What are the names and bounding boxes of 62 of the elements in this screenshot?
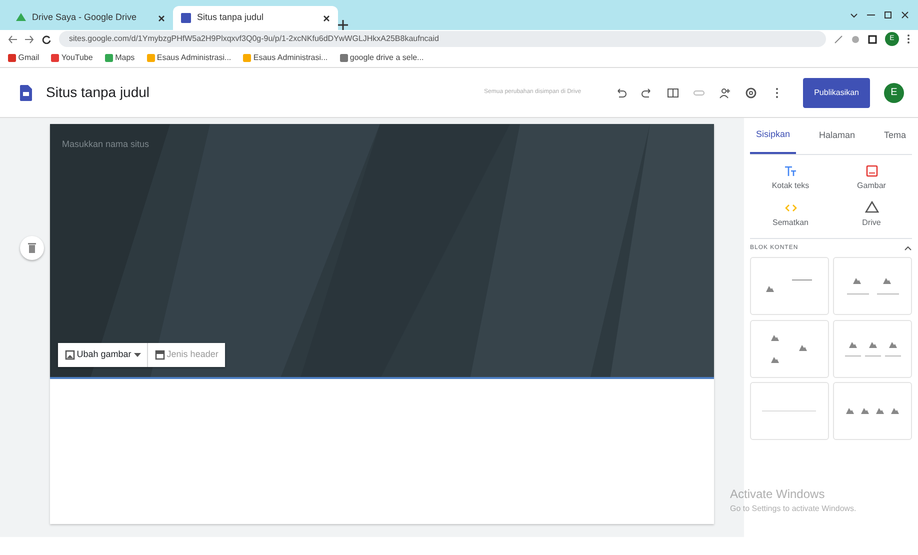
reload-icon[interactable] (42, 34, 51, 44)
bookmark-icon (243, 54, 252, 62)
layout-drawing (765, 279, 814, 293)
bookmark-icon (104, 54, 113, 62)
insert-item[interactable]: Drive (831, 196, 912, 234)
delete-button[interactable] (20, 236, 44, 260)
bookmark-icon (340, 54, 348, 62)
image-icon (864, 164, 878, 178)
new-tab-icon[interactable] (338, 20, 348, 30)
sites-logo-icon (20, 84, 32, 100)
bookmark-icon (51, 54, 60, 62)
caret-icon (134, 352, 141, 358)
header-icon (154, 350, 165, 360)
layout-drawing (846, 277, 900, 295)
bookmark-icon (8, 54, 16, 62)
panel-tab[interactable]: Tema (878, 118, 912, 154)
activation-text: Go to Settings to activate Windows. (730, 503, 856, 515)
activation-title: Activate Windows (730, 486, 826, 503)
insert-item[interactable]: Sematkan (750, 196, 831, 234)
preview-icon[interactable] (667, 86, 680, 98)
address-field[interactable]: sites.google.com/d/1YmybzgPHfW5a2H9Plxqxvf3Q0g-9u/p/1-2xcNKfu6dDYwWGLJHkxA25B8kaufncaid (59, 31, 826, 47)
sidebar-icon[interactable] (868, 34, 877, 44)
drive-icon (16, 13, 26, 23)
forward-icon[interactable] (25, 34, 34, 44)
user-avatar[interactable]: E (884, 82, 904, 102)
publish-button[interactable]: Publikasikan (803, 78, 870, 108)
close-icon[interactable] (901, 11, 909, 19)
bookmark-link[interactable]: Esaus Administrasi... (146, 52, 232, 64)
back-icon[interactable] (8, 34, 17, 44)
page-icon (181, 13, 191, 23)
bookmark-icon (146, 54, 155, 62)
dropdown-icon[interactable] (850, 11, 858, 19)
panel-tab[interactable]: Halaman (812, 118, 862, 154)
undo-icon[interactable] (615, 86, 628, 98)
panel-tab[interactable]: Sisipkan (750, 118, 796, 154)
drive-icon (864, 200, 878, 215)
browser-tab[interactable]: Situs tanpa judul (173, 6, 338, 30)
site-name-field[interactable]: Masukkan nama situs (50, 124, 250, 166)
close-icon[interactable] (323, 14, 330, 22)
browser-tab[interactable]: Drive Saya - Google Drive (8, 6, 173, 30)
maximize-icon[interactable] (884, 11, 892, 19)
insert-item[interactable]: Gambar (831, 159, 912, 196)
layout-drawing (844, 340, 902, 356)
bookmark-link[interactable]: Esaus Administrasi... (243, 52, 328, 64)
text-box-icon (784, 164, 798, 178)
layout-drawing (770, 334, 808, 364)
menu-icon[interactable] (907, 34, 910, 44)
layout-drawing (845, 407, 900, 415)
bookmark-link[interactable]: Gmail (8, 52, 40, 64)
collapse-icon[interactable] (904, 245, 912, 251)
insert-item[interactable]: Kotak teks (750, 159, 831, 196)
add-person-icon[interactable] (719, 86, 732, 98)
image-icon (64, 350, 74, 360)
site-title[interactable]: Situs tanpa judul (46, 82, 346, 103)
bookmark-link[interactable]: YouTube (51, 52, 93, 64)
redo-icon[interactable] (641, 86, 654, 98)
close-icon[interactable] (158, 14, 165, 22)
bookmark-link[interactable]: google drive a sele... (340, 52, 424, 64)
settings-icon[interactable] (745, 86, 758, 98)
bookmark-link[interactable]: Maps (104, 52, 135, 64)
change-image-button[interactable]: Ubah gambar (60, 346, 146, 364)
trash-icon (28, 243, 36, 253)
